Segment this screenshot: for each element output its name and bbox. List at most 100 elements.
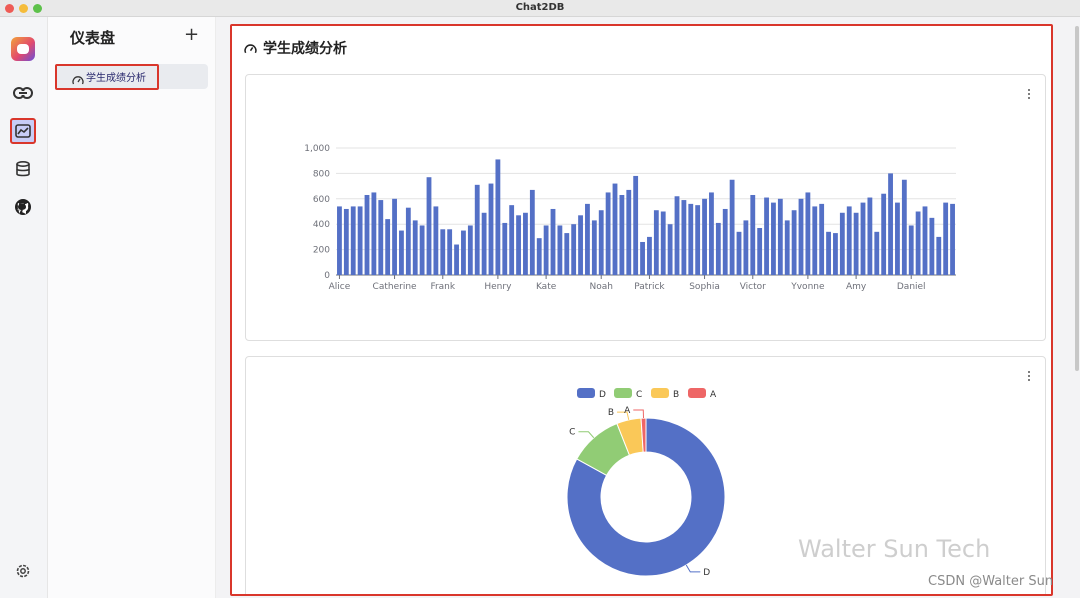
bar [695, 205, 701, 275]
bar [447, 229, 453, 275]
bar [591, 220, 597, 275]
bar [419, 225, 425, 275]
bar [881, 193, 887, 275]
slice-label: B [608, 408, 614, 418]
app-logo[interactable] [11, 37, 35, 61]
add-dashboard-button[interactable]: + [184, 26, 199, 44]
slice-label: C [569, 428, 575, 438]
bar [798, 198, 804, 275]
app-window: Chat2DB 仪表盘 + 学生成绩分析 学生成绩分析 0 200 400 60… [0, 0, 1080, 598]
bar [433, 206, 439, 275]
bar [936, 236, 942, 275]
github-button[interactable] [10, 194, 36, 220]
bar [812, 206, 818, 275]
label-leader [685, 564, 701, 573]
legend-label: D [599, 390, 606, 400]
settings-button[interactable] [10, 558, 36, 584]
label-leader [633, 409, 645, 419]
bar [454, 244, 459, 275]
bar [529, 189, 535, 275]
bar [647, 236, 652, 275]
bar [743, 220, 749, 275]
database-button[interactable] [10, 156, 36, 182]
bar [550, 208, 556, 275]
bar [467, 225, 473, 275]
nav-rail [0, 17, 48, 598]
bar [474, 184, 480, 275]
settings-icon [16, 564, 30, 578]
legend-swatch [688, 388, 706, 398]
x-tick-label: Frank [430, 282, 455, 292]
x-tick-label: Yvonne [790, 282, 825, 292]
bar [461, 230, 466, 275]
bar [585, 203, 590, 275]
x-tick-label: Henry [484, 282, 512, 292]
bar [750, 194, 756, 275]
y-tick-label: 200 [313, 246, 330, 256]
bar [405, 207, 411, 275]
legend-swatch [651, 388, 669, 398]
bar [495, 159, 501, 275]
bar [688, 203, 694, 275]
x-tick-label: Noah [589, 282, 612, 292]
bar [385, 219, 391, 275]
bar [833, 233, 838, 275]
bar [357, 206, 363, 275]
bar [846, 206, 852, 275]
bar [564, 233, 570, 275]
dashboard-icon [15, 124, 31, 138]
legend-swatch [577, 388, 595, 398]
bar [819, 203, 825, 275]
bar [667, 224, 673, 275]
y-tick-label: 800 [313, 169, 330, 179]
legend-label: A [710, 390, 717, 400]
bar [805, 192, 811, 275]
bar [612, 183, 618, 275]
bar [722, 208, 728, 275]
bar [481, 212, 487, 275]
bar [929, 217, 935, 275]
bar [771, 202, 776, 275]
scrollbar[interactable] [1075, 26, 1079, 371]
bar [791, 210, 797, 275]
bar [853, 212, 859, 275]
bar [736, 231, 742, 275]
more-options-button[interactable] [1023, 369, 1035, 383]
bar [908, 225, 914, 275]
bar [557, 225, 563, 275]
y-tick-label: 0 [324, 271, 330, 281]
bar [901, 179, 907, 275]
bar [343, 208, 349, 275]
bar [915, 211, 921, 275]
dashboard-panel: 学生成绩分析 0 200 400 600 800 1,000 Alice Catherine F… [230, 24, 1053, 596]
bar [874, 231, 880, 275]
dashboard-button[interactable] [10, 118, 36, 144]
bar [426, 177, 432, 275]
x-tick-label: Victor [740, 282, 766, 292]
bar [681, 200, 687, 275]
bar [867, 197, 873, 275]
x-tick-label: Daniel [897, 282, 926, 292]
bar [364, 194, 370, 275]
connections-button[interactable] [10, 80, 36, 106]
bar [674, 196, 680, 275]
bar [605, 192, 611, 275]
bar [378, 200, 384, 275]
bar-chart: 0 200 400 600 800 1,000 Alice Catherine Frank Hen… [304, 144, 956, 292]
bar [922, 206, 928, 275]
legend-label: C [636, 390, 642, 400]
bar [715, 222, 721, 275]
x-tick-label: Kate [536, 282, 557, 292]
bar [895, 202, 900, 275]
bar-chart-card: 0 200 400 600 800 1,000 Alice Catherine Frank Hen… [245, 74, 1046, 341]
main-content: 学生成绩分析 0 200 400 600 800 1,000 Alice Catherine F… [216, 17, 1080, 598]
bar [619, 194, 625, 275]
bar [764, 197, 769, 275]
more-options-button[interactable] [1023, 87, 1035, 101]
bar [777, 198, 783, 275]
x-tick-label: Catherine [373, 282, 417, 292]
label-leader [578, 431, 595, 439]
bar [640, 241, 645, 275]
bar [523, 212, 528, 275]
bar [337, 206, 342, 275]
